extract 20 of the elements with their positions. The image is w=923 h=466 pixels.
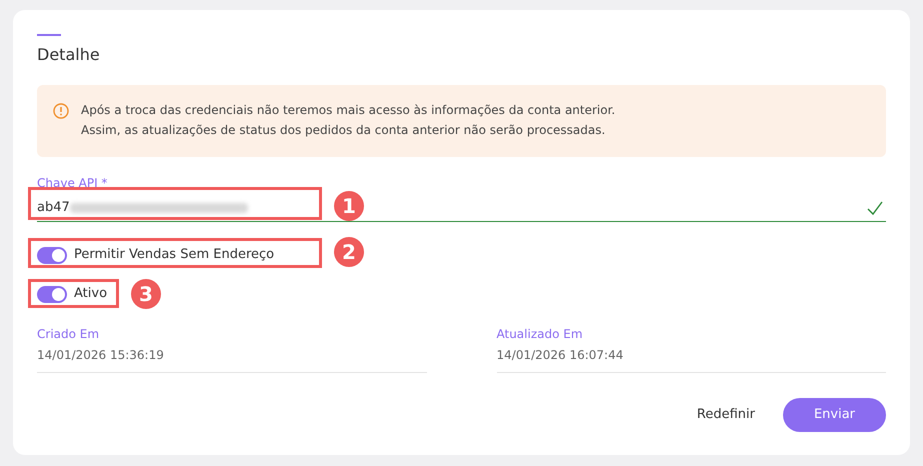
- section-title: Detalhe: [37, 45, 101, 65]
- toggle-label: Permitir Vendas Sem Endereço: [74, 246, 274, 264]
- step-number: 3: [131, 279, 161, 309]
- toggle-switch[interactable]: [37, 286, 67, 302]
- toggle-label: Ativo: [74, 285, 108, 304]
- field-label: Atualizado Em: [496, 326, 584, 342]
- field-value: 14/01/2026 15:36:19: [37, 347, 165, 363]
- field-value: 14/01/2026 16:07:44: [496, 347, 624, 363]
- step-number: 2: [334, 237, 364, 267]
- field-label: Chave API *: [37, 175, 108, 191]
- submit-button[interactable]: Enviar: [783, 398, 886, 432]
- reset-button[interactable]: Redefinir: [688, 398, 763, 432]
- alert-text: Após a troca das credenciais não teremos mais acesso às informações da conta anterior.: [81, 102, 616, 118]
- warning-icon: [53, 103, 69, 119]
- toggle-switch[interactable]: [37, 246, 67, 264]
- field-label: Criado Em: [37, 326, 100, 342]
- field-value: ab47: [37, 199, 70, 218]
- step-number: 1: [334, 191, 364, 221]
- check-icon: [866, 200, 884, 216]
- alert-text: Assim, as atualizações de status dos pedidos da conta anterior não serão processadas.: [81, 122, 606, 138]
